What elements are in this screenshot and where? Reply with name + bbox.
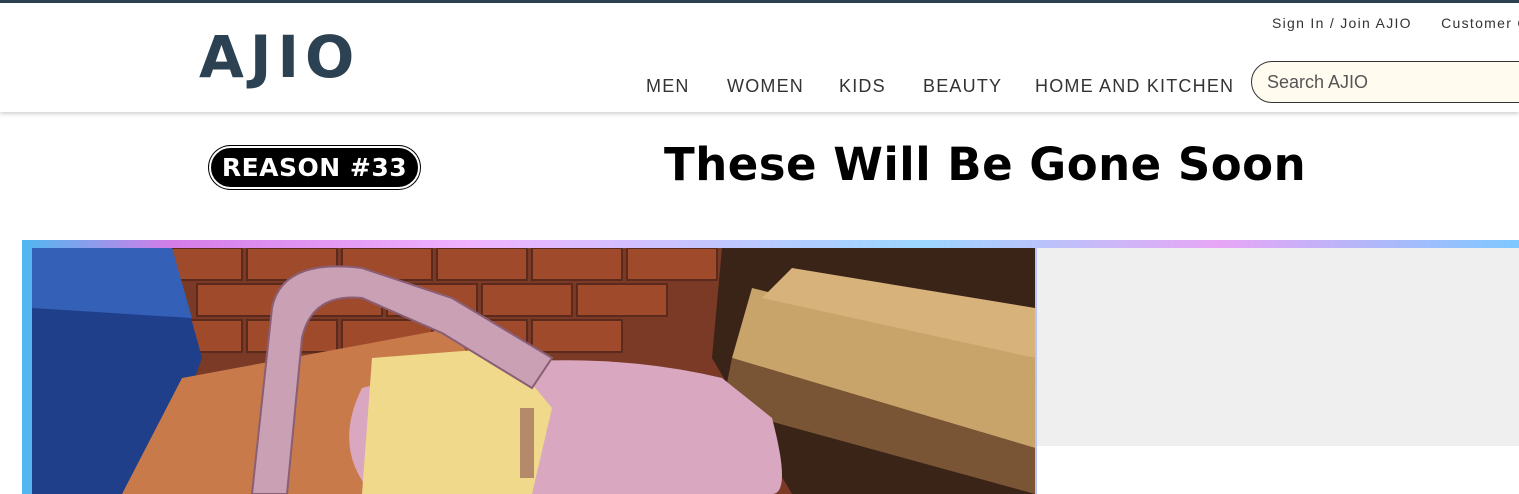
nav-women[interactable]: WOMEN	[727, 76, 804, 97]
nav-beauty[interactable]: BEAUTY	[923, 76, 1002, 97]
promo-headline: These Will Be Gone Soon	[664, 138, 1307, 191]
nav-kids[interactable]: KIDS	[839, 76, 886, 97]
site-header: AJIO Sign In / Join AJIO Customer C MEN …	[0, 3, 1519, 112]
hero-banner-image[interactable]	[32, 248, 1035, 494]
search-box	[1251, 61, 1519, 103]
sign-in-link[interactable]: Sign In / Join AJIO	[1272, 15, 1412, 31]
customer-care-link[interactable]: Customer C	[1441, 15, 1519, 31]
ajio-logo[interactable]: AJIO	[199, 27, 360, 87]
search-input[interactable]	[1267, 71, 1517, 93]
reason-badge: REASON #33	[209, 146, 420, 189]
nav-men[interactable]: MEN	[646, 76, 690, 97]
reason-badge-text: REASON #33	[221, 153, 408, 182]
side-placeholder-panel	[1037, 248, 1519, 446]
side-panel-lower	[1037, 446, 1519, 494]
utility-links: Sign In / Join AJIO Customer C	[1272, 15, 1519, 31]
nav-home-and-kitchen[interactable]: HOME AND KITCHEN	[1035, 76, 1234, 97]
